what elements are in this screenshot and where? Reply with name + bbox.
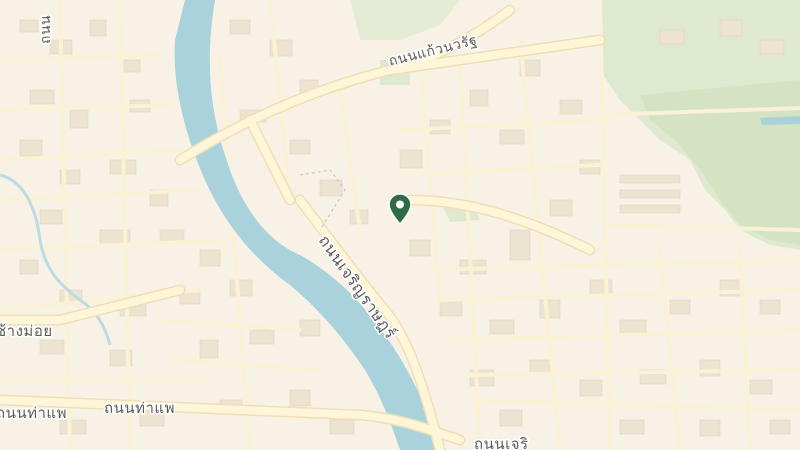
tha-phae-road-left-label: ถนนท่าแพ (0, 404, 67, 422)
map-pin-icon (388, 193, 412, 225)
location-marker[interactable] (387, 193, 413, 225)
chang-moi-road-label: ช้างม่อย (0, 322, 53, 340)
map-view[interactable]: ถนนแก้วนวรัฐ ถนนเจริญราษฎร์ ถนนท่าแพ ถนน… (0, 0, 800, 450)
road-bottom-right-label: ถนนเจริ (474, 435, 529, 450)
map-canvas: ถนนแก้วนวรัฐ ถนนเจริญราษฎร์ ถนนท่าแพ ถนน… (0, 0, 800, 450)
tha-phae-road-right-label: ถนนท่าแพ (104, 399, 175, 417)
road-top-left-label: ถนน (38, 15, 54, 44)
